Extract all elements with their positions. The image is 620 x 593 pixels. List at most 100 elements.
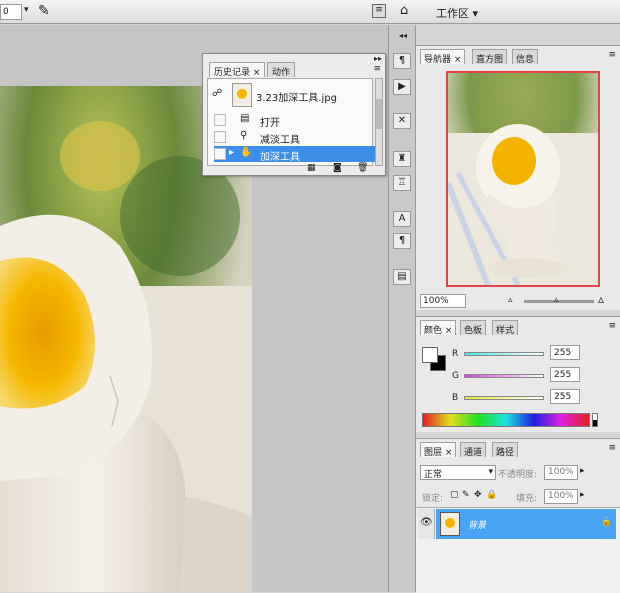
green-value: 255 xyxy=(554,370,572,380)
dock-actions-button[interactable]: ▶ xyxy=(393,79,411,95)
channel-label-r: R xyxy=(452,349,459,359)
dropdown-arrow-icon[interactable]: ▾ xyxy=(24,5,29,15)
zoom-in-icon[interactable]: ▵ xyxy=(598,292,604,306)
tab-navigator[interactable]: 导航器 × xyxy=(420,49,466,65)
panel-menu-icon[interactable]: ≡ xyxy=(608,50,616,60)
lock-image-icon[interactable]: ✎ xyxy=(462,490,470,500)
tab-paths[interactable]: 路径 xyxy=(492,442,519,458)
navigator-preview[interactable] xyxy=(446,71,600,287)
history-item-burn[interactable]: ▸ ✋ 加深工具 xyxy=(214,146,378,163)
panel-collapse-icon[interactable]: ▸▸ xyxy=(374,54,382,63)
tab-channels-label: 通道 xyxy=(464,448,483,458)
fill-value: 100% xyxy=(548,491,574,501)
lock-transparent-icon[interactable]: ▢ xyxy=(450,490,459,500)
dock-layer-comps-button[interactable]: ♖ xyxy=(393,175,411,191)
panel-menu-icon[interactable]: ≡ xyxy=(373,64,381,74)
zoom-out-icon[interactable]: ▵ xyxy=(508,295,513,305)
tab-channels[interactable]: 通道 xyxy=(460,442,487,458)
tab-histogram[interactable]: 直方图 xyxy=(472,49,508,65)
tab-layers-label: 图层 xyxy=(424,448,443,458)
zoom-fragment: 0 xyxy=(3,7,9,17)
layer-row-background[interactable]: 背景 🔒 xyxy=(436,509,616,539)
blend-mode-value: 正常 xyxy=(424,470,443,480)
delete-state-icon[interactable]: 🗑 xyxy=(357,163,368,173)
navigator-zoom-value: 100% xyxy=(423,296,449,306)
blue-slider[interactable] xyxy=(464,396,544,400)
zoom-slider-thumb-icon[interactable]: ▵ xyxy=(554,295,559,305)
layer-thumbnail xyxy=(440,512,460,536)
airbrush-icon[interactable]: ✎ xyxy=(38,3,50,19)
red-value-field[interactable]: 255 xyxy=(550,345,580,360)
tab-actions-label: 动作 xyxy=(272,68,291,78)
history-state-checkbox[interactable] xyxy=(214,148,226,160)
history-state-checkbox[interactable] xyxy=(214,114,226,126)
lock-all-icon[interactable]: 🔒 xyxy=(486,490,497,500)
tab-swatches[interactable]: 色板 xyxy=(460,320,487,336)
channel-label-b: B xyxy=(452,393,459,403)
tab-navigator-label: 导航器 xyxy=(424,55,452,65)
lock-label: 锁定: xyxy=(422,494,444,504)
tab-history[interactable]: 历史记录 × xyxy=(209,62,266,78)
layer-name: 背景 xyxy=(468,521,487,531)
fill-arrow-icon[interactable]: ▸ xyxy=(580,490,585,500)
dock-character-button[interactable]: A xyxy=(393,211,411,227)
tab-info-label: 信息 xyxy=(516,55,535,65)
dock-collapse-icon[interactable]: ◂◂ xyxy=(399,31,407,40)
green-value-field[interactable]: 255 xyxy=(550,367,580,382)
opacity-value: 100% xyxy=(548,467,574,477)
chevron-down-icon: ▾ xyxy=(488,467,493,477)
opacity-arrow-icon[interactable]: ▸ xyxy=(580,466,585,476)
scroll-thumb[interactable] xyxy=(376,99,382,129)
opacity-field[interactable]: 100% xyxy=(544,465,578,480)
navigator-zoom-field[interactable]: 100% xyxy=(420,294,466,308)
layer-visibility-toggle[interactable]: 👁 xyxy=(418,509,435,539)
collapsed-panel-dock: ◂◂ ¶ ▶ ✕ ♜ ♖ A ¶ ▤ xyxy=(388,25,416,592)
workspace-label: 工作区 xyxy=(436,7,469,20)
dock-tool-presets-button[interactable]: ✕ xyxy=(393,113,411,129)
bridge-icon[interactable]: ⌂ xyxy=(400,3,408,18)
new-document-from-state-icon[interactable]: ▦ xyxy=(307,163,316,173)
blue-value-field[interactable]: 255 xyxy=(550,389,580,404)
tab-actions[interactable]: 动作 xyxy=(267,62,296,78)
snapshot-source-icon: ☍ xyxy=(212,88,223,99)
options-bar: 0 ▾ ✎ ≡ ⌂ 工作区 ▾ xyxy=(0,0,620,24)
dock-paragraph-button[interactable]: ¶ xyxy=(393,233,411,249)
history-state-pointer-icon: ▸ xyxy=(229,147,235,158)
foreground-color-swatch[interactable] xyxy=(422,347,438,363)
panel-menu-icon[interactable]: ≡ xyxy=(608,443,616,453)
tab-styles[interactable]: 样式 xyxy=(492,320,519,336)
history-state-checkbox[interactable] xyxy=(214,131,226,143)
tab-paths-label: 路径 xyxy=(496,448,515,458)
workspace-menu[interactable]: 工作区 ▾ xyxy=(436,5,478,21)
dock-brushes-button[interactable]: ¶ xyxy=(393,53,411,69)
history-item-open[interactable]: ▤ 打开 xyxy=(214,112,378,129)
zoom-field[interactable]: 0 xyxy=(0,4,22,20)
dock-clone-source-button[interactable]: ♜ xyxy=(393,151,411,167)
color-spectrum-bar[interactable] xyxy=(422,413,590,427)
history-scrollbar[interactable] xyxy=(375,78,383,166)
red-slider[interactable] xyxy=(464,352,544,356)
opacity-label: 不透明度: xyxy=(498,470,538,480)
green-slider[interactable] xyxy=(464,374,544,378)
spectrum-white-black-swatch[interactable] xyxy=(592,413,598,427)
red-value: 255 xyxy=(554,348,572,358)
palette-well-button[interactable]: ≡ xyxy=(372,4,386,18)
fill-field[interactable]: 100% xyxy=(544,489,578,504)
tab-info[interactable]: 信息 xyxy=(512,49,539,65)
dock-info-button[interactable]: ▤ xyxy=(393,269,411,285)
panel-menu-icon[interactable]: ≡ xyxy=(608,321,616,331)
fill-label: 填充: xyxy=(516,494,538,504)
tab-color[interactable]: 颜色 × xyxy=(420,320,457,336)
burn-tool-icon: ✋ xyxy=(240,147,253,158)
blend-mode-select[interactable]: 正常 ▾ xyxy=(420,465,496,480)
tab-history-label: 历史记录 xyxy=(214,68,251,78)
history-item-dodge[interactable]: ⚲ 减淡工具 xyxy=(214,129,378,146)
history-snapshot[interactable]: ☍ 3.23加深工具.jpg xyxy=(210,81,372,109)
tab-histogram-label: 直方图 xyxy=(476,55,504,65)
navigator-zoom-slider[interactable] xyxy=(524,300,594,303)
open-document-icon: ▤ xyxy=(240,113,250,124)
tab-styles-label: 样式 xyxy=(496,326,515,336)
lock-position-icon[interactable]: ✥ xyxy=(474,490,482,500)
tab-layers[interactable]: 图层 × xyxy=(420,442,457,458)
new-snapshot-icon[interactable]: ◙ xyxy=(333,163,342,173)
